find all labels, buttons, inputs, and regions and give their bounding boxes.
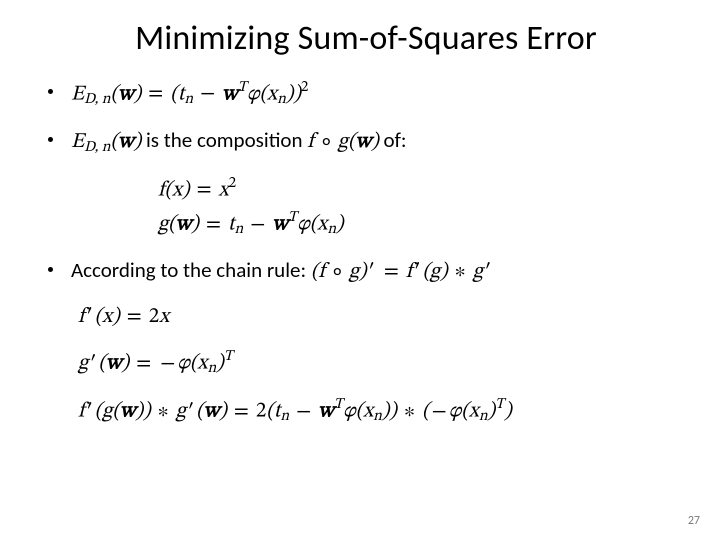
chain-rule-line: According to the chain rule: (f ∘ g)′ = … [71,255,493,287]
equation-g: g(w) = tn − wTφ(xn) [158,207,684,241]
bullet-chain-rule: According to the chain rule: (f ∘ g)′ = … [48,255,684,287]
page-title: Minimizing Sum-of-Squares Error [48,18,684,59]
composition-text-mid: is the composition [146,127,307,153]
composition-lhs: ED, n(w) [71,131,141,152]
composition-line: ED, n(w) is the composition f ∘ g(w) of: [71,125,407,159]
equation-f: f(x) = x2 [158,173,684,206]
slide-number: 27 [688,514,700,528]
slide-body: ED, n(w) = (tn − wTφ(xn))2 ED, n(w) is t… [48,77,684,428]
slide: Minimizing Sum-of-Squares Error ED, n(w)… [0,0,720,540]
composition-text-suffix: of: [383,127,406,153]
equation-gprime: g′(w) = −φ(xn)T [78,346,684,380]
bullet-dot-icon [48,89,53,94]
equation-error: ED, n(w) = (tn − wTφ(xn))2 [71,77,308,111]
equation-full-derivative: f′(g(w)) ∗ g′(w) = 2(tn − wTφ(xn)) ∗ (−φ… [78,394,684,428]
equation-chain-rule: (f ∘ g)′ = f′(g) ∗ g′ [311,261,493,282]
composition-expr: f ∘ g(w) [307,131,378,152]
bullet-dot-icon [48,267,53,272]
bullet-error-definition: ED, n(w) = (tn − wTφ(xn))2 [48,77,684,111]
bullet-composition: ED, n(w) is the composition f ∘ g(w) of: [48,125,684,159]
equation-fprime: f′(x) = 2x [78,302,684,332]
definition-block: f(x) = x2 g(w) = tn − wTφ(xn) [158,173,684,242]
bullet-dot-icon [48,137,53,142]
chain-rule-text: According to the chain rule: [71,257,311,283]
derivation-block: f′(x) = 2x g′(w) = −φ(xn)T f′(g(w)) ∗ g′… [78,302,684,428]
